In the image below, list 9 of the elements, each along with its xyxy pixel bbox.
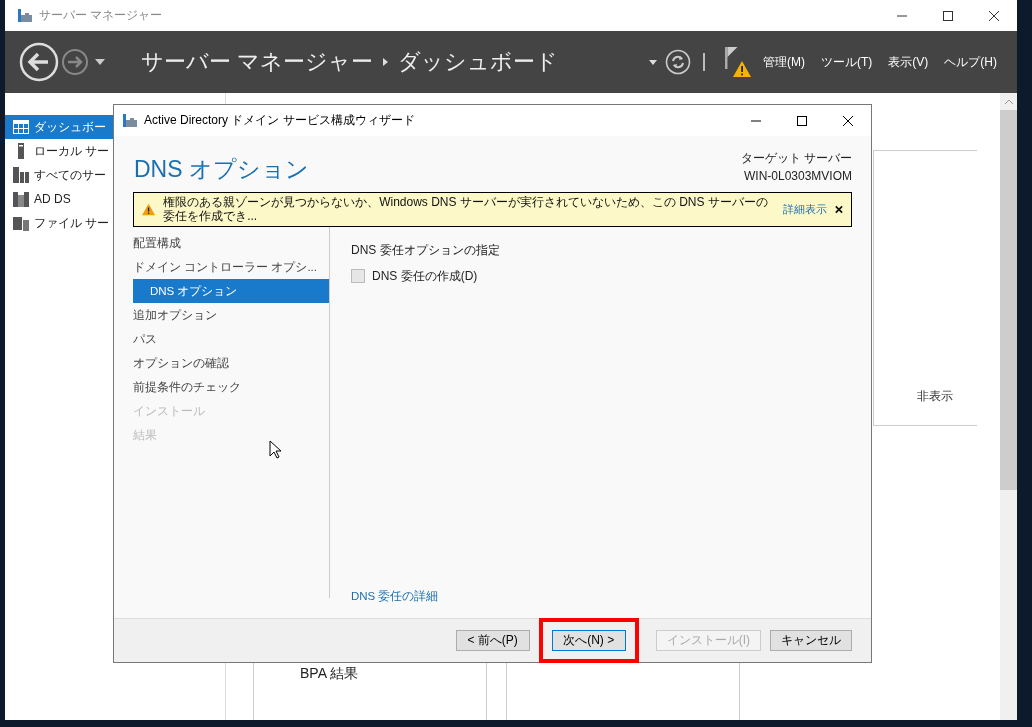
warning-message: 権限のある親ゾーンが見つからないか、Windows DNS サーバーが実行されていないため、この DNS サーバーの委任を作成でき...	[163, 195, 769, 224]
page-title: ダッシュボード	[398, 48, 559, 76]
page-heading: DNS オプション	[134, 155, 309, 184]
section-title: DNS 委任オプションの指定	[351, 241, 501, 259]
window-title: サーバー マネージャー	[39, 7, 163, 24]
target-server-name: WIN-0L0303MVIOM	[743, 169, 852, 183]
target-label: ターゲット サーバー	[740, 150, 852, 167]
dialog-title: Active Directory ドメイン サービス構成ウィザード	[144, 112, 415, 129]
tile-title: BPA 結果	[300, 665, 359, 681]
